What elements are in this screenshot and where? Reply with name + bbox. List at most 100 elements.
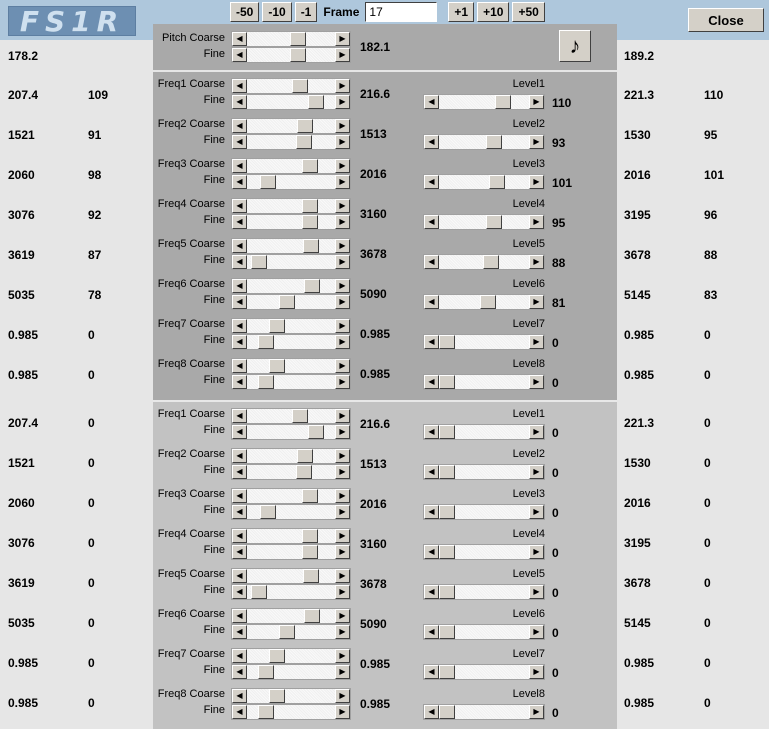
freq-coarse-scrollbar[interactable]: ◀ ▶ <box>231 158 351 174</box>
scroll-left-arrow-icon[interactable]: ◀ <box>424 585 439 599</box>
scroll-thumb[interactable] <box>291 409 308 423</box>
frame-plus-10-button[interactable]: +10 <box>477 2 510 22</box>
scroll-left-arrow-icon[interactable]: ◀ <box>424 335 439 349</box>
scroll-thumb[interactable] <box>257 375 274 389</box>
scroll-right-arrow-icon[interactable]: ▶ <box>335 409 350 423</box>
scroll-left-arrow-icon[interactable]: ◀ <box>424 505 439 519</box>
scroll-right-arrow-icon[interactable]: ▶ <box>335 689 350 703</box>
scroll-left-arrow-icon[interactable]: ◀ <box>424 95 439 109</box>
freq-coarse-scrollbar[interactable]: ◀ ▶ <box>231 448 351 464</box>
level-scrollbar[interactable]: ◀ ▶ <box>423 584 545 600</box>
scroll-left-arrow-icon[interactable]: ◀ <box>424 625 439 639</box>
scroll-right-arrow-icon[interactable]: ▶ <box>529 505 544 519</box>
scroll-right-arrow-icon[interactable]: ▶ <box>529 375 544 389</box>
scroll-right-arrow-icon[interactable]: ▶ <box>335 215 350 229</box>
scroll-thumb[interactable] <box>439 505 455 519</box>
scroll-left-arrow-icon[interactable]: ◀ <box>232 215 247 229</box>
scroll-thumb[interactable] <box>494 95 511 109</box>
scroll-right-arrow-icon[interactable]: ▶ <box>335 609 350 623</box>
pitch-fine-scrollbar[interactable]: ◀ ▶ <box>231 47 351 63</box>
freq-coarse-scrollbar[interactable]: ◀ ▶ <box>231 318 351 334</box>
scroll-thumb[interactable] <box>290 32 307 46</box>
scroll-right-arrow-icon[interactable]: ▶ <box>335 375 350 389</box>
scroll-right-arrow-icon[interactable]: ▶ <box>335 199 350 213</box>
level-scrollbar[interactable]: ◀ ▶ <box>423 214 545 230</box>
scroll-left-arrow-icon[interactable]: ◀ <box>424 215 439 229</box>
scroll-right-arrow-icon[interactable]: ▶ <box>335 239 350 253</box>
scroll-right-arrow-icon[interactable]: ▶ <box>335 48 350 62</box>
level-scrollbar[interactable]: ◀ ▶ <box>423 374 545 390</box>
scroll-right-arrow-icon[interactable]: ▶ <box>335 505 350 519</box>
freq-fine-scrollbar[interactable]: ◀ ▶ <box>231 214 351 230</box>
level-scrollbar[interactable]: ◀ ▶ <box>423 294 545 310</box>
scroll-right-arrow-icon[interactable]: ▶ <box>529 585 544 599</box>
scroll-left-arrow-icon[interactable]: ◀ <box>232 95 247 109</box>
scroll-thumb[interactable] <box>486 135 503 149</box>
scroll-thumb[interactable] <box>439 705 455 719</box>
scroll-thumb[interactable] <box>301 159 318 173</box>
scroll-right-arrow-icon[interactable]: ▶ <box>529 175 544 189</box>
scroll-thumb[interactable] <box>268 359 285 373</box>
freq-fine-scrollbar[interactable]: ◀ ▶ <box>231 374 351 390</box>
scroll-right-arrow-icon[interactable]: ▶ <box>335 449 350 463</box>
frame-input[interactable]: 17 <box>365 2 438 22</box>
scroll-thumb[interactable] <box>268 649 285 663</box>
scroll-right-arrow-icon[interactable]: ▶ <box>529 215 544 229</box>
freq-coarse-scrollbar[interactable]: ◀ ▶ <box>231 608 351 624</box>
scroll-left-arrow-icon[interactable]: ◀ <box>232 175 247 189</box>
freq-fine-scrollbar[interactable]: ◀ ▶ <box>231 254 351 270</box>
scroll-left-arrow-icon[interactable]: ◀ <box>424 175 439 189</box>
scroll-left-arrow-icon[interactable]: ◀ <box>232 665 247 679</box>
freq-fine-scrollbar[interactable]: ◀ ▶ <box>231 294 351 310</box>
level-scrollbar[interactable]: ◀ ▶ <box>423 704 545 720</box>
scroll-thumb[interactable] <box>257 665 274 679</box>
freq-fine-scrollbar[interactable]: ◀ ▶ <box>231 584 351 600</box>
scroll-thumb[interactable] <box>301 529 318 543</box>
scroll-thumb[interactable] <box>301 215 318 229</box>
scroll-right-arrow-icon[interactable]: ▶ <box>335 625 350 639</box>
freq-coarse-scrollbar[interactable]: ◀ ▶ <box>231 488 351 504</box>
scroll-thumb[interactable] <box>301 545 318 559</box>
scroll-right-arrow-icon[interactable]: ▶ <box>335 545 350 559</box>
scroll-right-arrow-icon[interactable]: ▶ <box>335 295 350 309</box>
level-scrollbar[interactable]: ◀ ▶ <box>423 174 545 190</box>
scroll-left-arrow-icon[interactable]: ◀ <box>232 489 247 503</box>
scroll-thumb[interactable] <box>251 585 268 599</box>
freq-coarse-scrollbar[interactable]: ◀ ▶ <box>231 408 351 424</box>
scroll-right-arrow-icon[interactable]: ▶ <box>529 295 544 309</box>
scroll-thumb[interactable] <box>439 335 455 349</box>
scroll-right-arrow-icon[interactable]: ▶ <box>529 465 544 479</box>
scroll-right-arrow-icon[interactable]: ▶ <box>335 159 350 173</box>
scroll-right-arrow-icon[interactable]: ▶ <box>335 705 350 719</box>
scroll-left-arrow-icon[interactable]: ◀ <box>424 705 439 719</box>
scroll-left-arrow-icon[interactable]: ◀ <box>232 375 247 389</box>
scroll-thumb[interactable] <box>489 175 506 189</box>
freq-fine-scrollbar[interactable]: ◀ ▶ <box>231 664 351 680</box>
scroll-left-arrow-icon[interactable]: ◀ <box>232 449 247 463</box>
scroll-right-arrow-icon[interactable]: ▶ <box>529 135 544 149</box>
scroll-right-arrow-icon[interactable]: ▶ <box>335 319 350 333</box>
level-scrollbar[interactable]: ◀ ▶ <box>423 254 545 270</box>
frame-minus-10-button[interactable]: -10 <box>262 2 292 22</box>
scroll-left-arrow-icon[interactable]: ◀ <box>232 319 247 333</box>
freq-fine-scrollbar[interactable]: ◀ ▶ <box>231 464 351 480</box>
frame-minus-1-button[interactable]: -1 <box>294 2 318 22</box>
scroll-right-arrow-icon[interactable]: ▶ <box>335 569 350 583</box>
scroll-right-arrow-icon[interactable]: ▶ <box>335 79 350 93</box>
scroll-right-arrow-icon[interactable]: ▶ <box>335 529 350 543</box>
scroll-left-arrow-icon[interactable]: ◀ <box>232 279 247 293</box>
scroll-left-arrow-icon[interactable]: ◀ <box>424 375 439 389</box>
scroll-thumb[interactable] <box>279 625 296 639</box>
scroll-thumb[interactable] <box>308 95 325 109</box>
scroll-right-arrow-icon[interactable]: ▶ <box>335 359 350 373</box>
scroll-thumb[interactable] <box>303 279 320 293</box>
scroll-thumb[interactable] <box>483 255 500 269</box>
scroll-left-arrow-icon[interactable]: ◀ <box>232 239 247 253</box>
freq-coarse-scrollbar[interactable]: ◀ ▶ <box>231 238 351 254</box>
play-note-button[interactable]: ♪ <box>559 30 591 62</box>
scroll-right-arrow-icon[interactable]: ▶ <box>529 665 544 679</box>
scroll-left-arrow-icon[interactable]: ◀ <box>232 409 247 423</box>
freq-coarse-scrollbar[interactable]: ◀ ▶ <box>231 278 351 294</box>
scroll-thumb[interactable] <box>268 319 285 333</box>
scroll-left-arrow-icon[interactable]: ◀ <box>424 135 439 149</box>
